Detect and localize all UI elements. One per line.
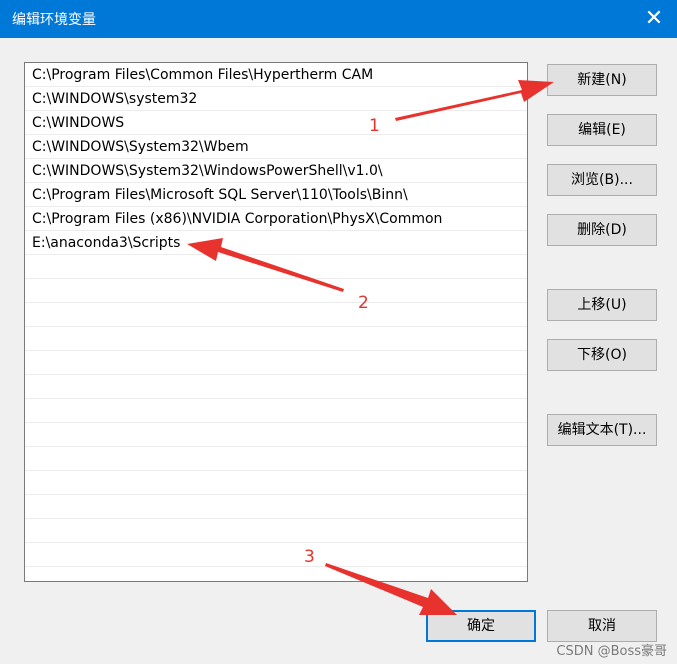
list-item[interactable]: C:\Program Files\Common Files\Hypertherm… xyxy=(25,63,527,87)
empty-row[interactable] xyxy=(25,471,527,495)
empty-row[interactable] xyxy=(25,255,527,279)
empty-row[interactable] xyxy=(25,303,527,327)
empty-row[interactable] xyxy=(25,543,527,567)
empty-row[interactable] xyxy=(25,423,527,447)
empty-row[interactable] xyxy=(25,399,527,423)
list-item[interactable]: C:\Program Files\Microsoft SQL Server\11… xyxy=(25,183,527,207)
list-item[interactable]: C:\Program Files (x86)\NVIDIA Corporatio… xyxy=(25,207,527,231)
new-button[interactable]: 新建(N) xyxy=(547,64,657,96)
empty-row[interactable] xyxy=(25,375,527,399)
edit-text-button[interactable]: 编辑文本(T)... xyxy=(547,414,657,446)
annotation-label-1: 1 xyxy=(369,116,380,136)
move-down-button[interactable]: 下移(O) xyxy=(547,339,657,371)
empty-row[interactable] xyxy=(25,447,527,471)
list-item[interactable]: C:\WINDOWS\System32\WindowsPowerShell\v1… xyxy=(25,159,527,183)
empty-row[interactable] xyxy=(25,519,527,543)
ok-button[interactable]: 确定 xyxy=(426,610,536,642)
cancel-button[interactable]: 取消 xyxy=(547,610,657,642)
empty-row[interactable] xyxy=(25,327,527,351)
list-item[interactable]: C:\WINDOWS xyxy=(25,111,527,135)
title-bar: 编辑环境变量 ✕ xyxy=(0,0,677,38)
empty-row[interactable] xyxy=(25,279,527,303)
annotation-label-3: 3 xyxy=(304,547,315,567)
list-item[interactable]: E:\anaconda3\Scripts xyxy=(25,231,527,255)
delete-button[interactable]: 删除(D) xyxy=(547,214,657,246)
empty-row[interactable] xyxy=(25,351,527,375)
close-icon[interactable]: ✕ xyxy=(631,0,677,38)
window-title: 编辑环境变量 xyxy=(12,12,96,28)
annotation-label-2: 2 xyxy=(358,293,369,313)
empty-row[interactable] xyxy=(25,495,527,519)
edit-button[interactable]: 编辑(E) xyxy=(547,114,657,146)
move-up-button[interactable]: 上移(U) xyxy=(547,289,657,321)
path-list[interactable]: C:\Program Files\Common Files\Hypertherm… xyxy=(24,62,528,582)
list-item[interactable]: C:\WINDOWS\system32 xyxy=(25,87,527,111)
list-item[interactable]: C:\WINDOWS\System32\Wbem xyxy=(25,135,527,159)
watermark: CSDN @Boss豪哥 xyxy=(556,644,667,659)
browse-button[interactable]: 浏览(B)... xyxy=(547,164,657,196)
